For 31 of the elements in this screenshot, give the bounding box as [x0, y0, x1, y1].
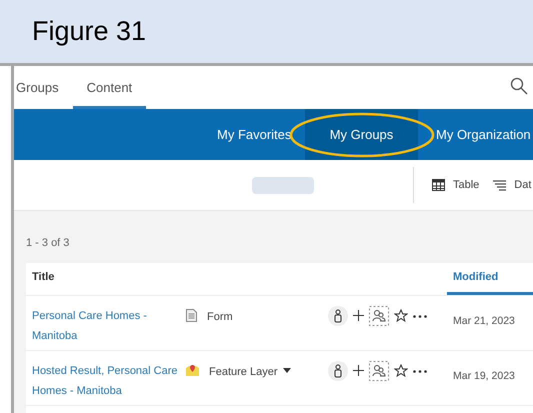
search-placeholder [252, 176, 314, 194]
item-title-link[interactable]: Hosted Result, Personal Care Homes - Manitoba [32, 361, 186, 401]
figure-label: Figure 31 [32, 15, 146, 48]
sort-button[interactable]: Dat [493, 176, 532, 194]
modified-date: Mar 19, 2023 [453, 370, 515, 382]
filter-tab[interactable]: My Organization [418, 109, 533, 160]
table-icon [432, 179, 445, 191]
share-group-icon[interactable] [369, 361, 389, 381]
star-icon[interactable] [394, 364, 408, 378]
sort-icon [493, 180, 506, 190]
dropdown-caret-icon[interactable] [283, 368, 292, 373]
more-options-icon[interactable] [413, 370, 427, 373]
search-icon[interactable] [510, 77, 528, 95]
map-pin-icon [186, 364, 199, 377]
table-view-button[interactable]: Table [432, 176, 480, 194]
item-title-link[interactable]: Personal Care Homes - Manitoba [32, 306, 186, 346]
more-options-icon[interactable] [413, 315, 427, 318]
filter-tab[interactable]: My Favorites [199, 109, 305, 160]
item-type: Feature Layer [209, 365, 278, 380]
modified-date: Mar 21, 2023 [453, 315, 515, 327]
result-count: 1 - 3 of 3 [26, 236, 70, 251]
document-icon [186, 309, 197, 322]
nav-tab[interactable]: Groups [14, 66, 73, 109]
star-icon[interactable] [394, 309, 408, 323]
column-header[interactable]: Title [26, 263, 447, 295]
plus-icon[interactable] [353, 365, 364, 376]
column-header[interactable]: Modified [447, 263, 533, 295]
share-group-icon[interactable] [369, 306, 389, 326]
plus-icon[interactable] [353, 310, 364, 321]
item-type: Form [207, 310, 233, 325]
filter-tab[interactable]: My Groups [305, 109, 418, 160]
